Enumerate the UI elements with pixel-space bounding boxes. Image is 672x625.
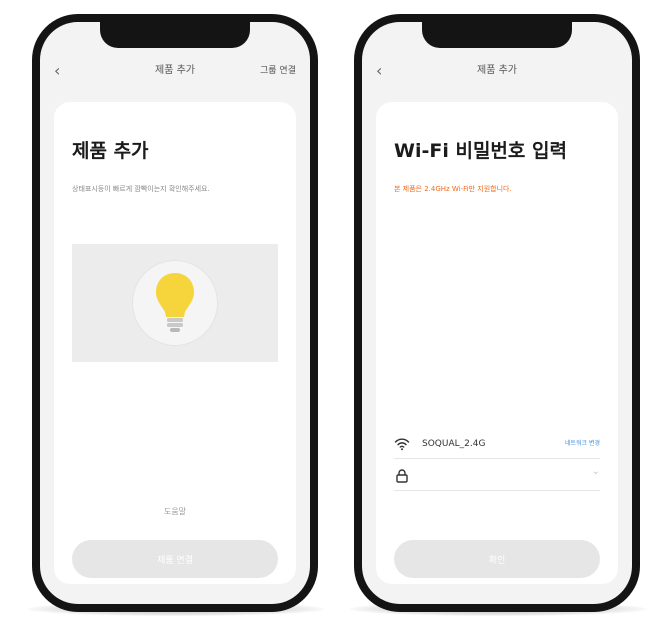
page-title: Wi-Fi 비밀번호 입력 <box>394 140 567 162</box>
password-input[interactable] <box>422 466 580 488</box>
device-illustration <box>72 244 278 362</box>
group-connect-link[interactable]: 그룹 연결 <box>260 56 296 86</box>
page-title: 제품 추가 <box>72 140 149 162</box>
password-row: ⌄ <box>394 462 600 491</box>
nav-title: 제품 추가 <box>477 65 517 76</box>
screen-left: ‹ 제품 추가 그룹 연결 제품 추가 상태표시등이 빠르게 깜빡이는지 확인해… <box>40 22 310 604</box>
change-network-link[interactable]: 네트워크 변경 <box>565 430 600 458</box>
content-card: Wi-Fi 비밀번호 입력 본 제품은 2.4GHz Wi-Fi만 지원합니다.… <box>376 102 618 584</box>
phone-left: ‹ 제품 추가 그룹 연결 제품 추가 상태표시등이 빠르게 깜빡이는지 확인해… <box>32 14 318 612</box>
chevron-down-icon[interactable]: ⌄ <box>592 466 600 477</box>
help-link[interactable]: 도움말 <box>54 506 296 517</box>
instruction-text: 상태표시등이 빠르게 깜빡이는지 확인해주세요. <box>72 185 210 193</box>
wifi-icon <box>394 438 410 451</box>
content-card: 제품 추가 상태표시등이 빠르게 깜빡이는지 확인해주세요. 도움말 제품 연결 <box>54 102 296 584</box>
phone-right: ‹ 제품 추가 Wi-Fi 비밀번호 입력 본 제품은 2.4GHz Wi-Fi… <box>354 14 640 612</box>
connect-device-button[interactable]: 제품 연결 <box>72 540 278 578</box>
notch <box>100 22 250 48</box>
top-bar: ‹ 제품 추가 <box>362 56 632 86</box>
confirm-button[interactable]: 확인 <box>394 540 600 578</box>
screen-right: ‹ 제품 추가 Wi-Fi 비밀번호 입력 본 제품은 2.4GHz Wi-Fi… <box>362 22 632 604</box>
lock-icon <box>396 469 408 483</box>
top-bar: ‹ 제품 추가 그룹 연결 <box>40 56 310 86</box>
notch <box>422 22 572 48</box>
wifi-network-row: SOQUAL_2.4G 네트워크 변경 <box>394 430 600 459</box>
light-bulb-icon <box>156 273 194 332</box>
wifi-warning-text: 본 제품은 2.4GHz Wi-Fi만 지원합니다. <box>394 185 512 193</box>
ssid-text: SOQUAL_2.4G <box>422 439 486 449</box>
